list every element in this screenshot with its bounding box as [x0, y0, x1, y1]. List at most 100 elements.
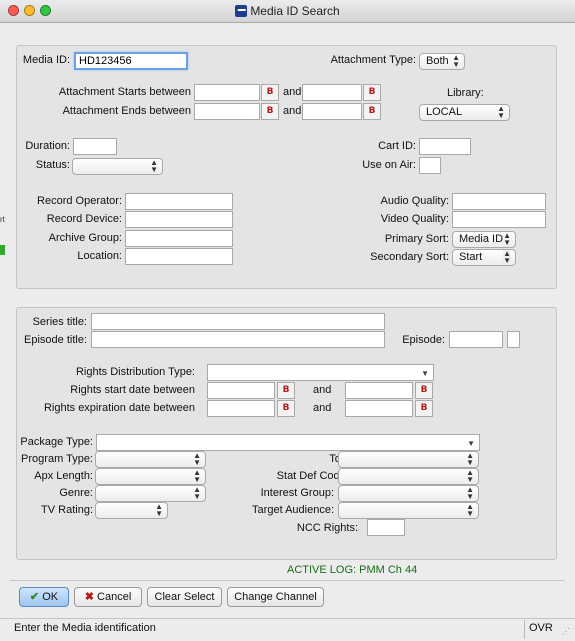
ncc-rights-input[interactable]	[367, 519, 405, 536]
status-divider	[524, 620, 525, 639]
primary-sort-select[interactable]: Media ID ▲ ▼	[452, 231, 516, 248]
calendar-icon[interactable]: B	[261, 84, 279, 101]
status-select[interactable]: ▲ ▼	[72, 158, 163, 175]
media-id-input[interactable]	[74, 52, 188, 70]
select-arrows-icon: ▲ ▼	[155, 502, 163, 518]
clear-select-button[interactable]: Clear Select	[147, 587, 222, 607]
location-label: Location:	[77, 250, 122, 262]
stat-def-code-select[interactable]: ▲ ▼	[338, 468, 479, 485]
program-type-label: Program Type:	[21, 453, 93, 465]
record-device-input[interactable]	[125, 211, 233, 228]
record-operator-label: Record Operator:	[37, 195, 122, 207]
cart-id-input[interactable]	[419, 138, 471, 155]
dropdown-arrow-icon: ▼	[421, 369, 429, 378]
select-arrows-icon: ▲ ▼	[466, 485, 474, 501]
select-arrows-icon: ▲ ▼	[193, 485, 201, 501]
cancel-x-icon: ✖	[84, 591, 94, 603]
series-title-input[interactable]	[91, 313, 385, 330]
title-bar: Media ID Search	[0, 0, 575, 23]
select-arrows-icon: ▲ ▼	[193, 451, 201, 467]
program-type-select[interactable]: ▲ ▼	[95, 451, 206, 468]
audio-quality-input[interactable]	[452, 193, 546, 210]
episode-input[interactable]	[449, 331, 503, 348]
library-label: Library:	[447, 87, 484, 99]
media-id-label: Media ID:	[22, 54, 70, 66]
secondary-sort-label: Secondary Sort:	[370, 251, 449, 263]
package-type-combo[interactable]: ▼	[96, 434, 480, 451]
attachment-ends-to-input[interactable]	[302, 103, 362, 120]
interest-group-label: Interest Group:	[260, 487, 334, 499]
tv-rating-select[interactable]: ▲ ▼	[95, 502, 168, 519]
library-select[interactable]: LOCAL ▲ ▼	[419, 104, 510, 121]
topic-select[interactable]: ▲ ▼	[338, 451, 479, 468]
status-bar: Enter the Media identification OVR ⋰	[0, 618, 575, 641]
location-input[interactable]	[125, 248, 233, 265]
attachment-starts-from-input[interactable]	[194, 84, 260, 101]
background-green-fragment	[0, 245, 5, 255]
rights-distribution-combo[interactable]: ▼	[207, 364, 434, 381]
active-log-text: ACTIVE LOG: PMM Ch 44	[287, 564, 418, 576]
media-id-search-window: Media ID Search rt Media ID: Attachment …	[0, 0, 575, 641]
calendar-icon[interactable]: B	[415, 400, 433, 417]
interest-group-select[interactable]: ▲ ▼	[338, 485, 479, 502]
change-channel-button[interactable]: Change Channel	[227, 587, 324, 607]
and-label: and	[283, 105, 302, 117]
status-label: Status:	[35, 159, 70, 171]
attachment-starts-label: Attachment Starts between	[58, 86, 191, 98]
archive-group-label: Archive Group:	[48, 232, 122, 244]
duration-label: Duration:	[25, 140, 70, 152]
episode-title-input[interactable]	[91, 331, 385, 348]
video-quality-input[interactable]	[452, 211, 546, 228]
primary-sort-label: Primary Sort:	[384, 233, 449, 245]
rights-start-to-input[interactable]	[345, 382, 413, 399]
and-label: and	[313, 384, 332, 396]
select-arrows-icon: ▲ ▼	[466, 502, 474, 518]
episode-part-input[interactable]	[507, 331, 520, 348]
apx-length-select[interactable]: ▲ ▼	[95, 468, 206, 485]
app-logo-icon	[235, 5, 248, 17]
ok-button[interactable]: ✔ OK	[19, 587, 69, 607]
apx-length-label: Apx Length:	[34, 470, 93, 482]
dropdown-arrow-icon: ▼	[467, 439, 475, 448]
rights-start-label: Rights start date between	[70, 384, 195, 396]
rights-exp-from-input[interactable]	[207, 400, 275, 417]
rights-exp-to-input[interactable]	[345, 400, 413, 417]
select-arrows-icon: ▲ ▼	[503, 231, 511, 247]
use-on-air-input[interactable]	[419, 157, 441, 174]
ncc-rights-label: NCC Rights:	[296, 522, 358, 534]
resize-grip-icon[interactable]: ⋰	[562, 625, 570, 638]
calendar-icon[interactable]: B	[363, 103, 381, 120]
calendar-icon[interactable]: B	[277, 382, 295, 399]
rights-start-from-input[interactable]	[207, 382, 275, 399]
insert-mode-indicator: OVR	[529, 622, 553, 634]
use-on-air-label: Use on Air:	[362, 159, 416, 171]
window-title: Media ID Search	[250, 4, 340, 18]
attachment-starts-to-input[interactable]	[302, 84, 362, 101]
package-type-label: Package Type:	[20, 436, 93, 448]
record-operator-input[interactable]	[125, 193, 233, 210]
duration-input[interactable]	[73, 138, 117, 155]
genre-select[interactable]: ▲ ▼	[95, 485, 206, 502]
attachment-ends-from-input[interactable]	[194, 103, 260, 120]
select-arrows-icon: ▲ ▼	[497, 104, 505, 120]
calendar-icon[interactable]: B	[261, 103, 279, 120]
episode-label: Episode:	[402, 334, 445, 346]
secondary-sort-select[interactable]: Start Date▲▼	[452, 249, 516, 266]
select-arrows-icon: ▲ ▼	[503, 249, 511, 265]
attachment-ends-label: Attachment Ends between	[62, 105, 191, 117]
rights-distribution-label: Rights Distribution Type:	[75, 366, 195, 378]
target-audience-select[interactable]: ▲ ▼	[338, 502, 479, 519]
record-device-label: Record Device:	[46, 213, 122, 225]
attachment-type-select[interactable]: Both ▲ ▼	[419, 53, 465, 70]
calendar-icon[interactable]: B	[363, 84, 381, 101]
archive-group-input[interactable]	[125, 230, 233, 247]
calendar-icon[interactable]: B	[415, 382, 433, 399]
cancel-button[interactable]: ✖ Cancel	[74, 587, 142, 607]
video-quality-label: Video Quality:	[380, 213, 449, 225]
select-arrows-icon: ▲ ▼	[193, 468, 201, 484]
audio-quality-label: Audio Quality:	[380, 195, 449, 207]
and-label: and	[283, 86, 302, 98]
target-audience-label: Target Audience:	[252, 504, 334, 516]
cart-id-label: Cart ID:	[378, 140, 416, 152]
calendar-icon[interactable]: B	[277, 400, 295, 417]
